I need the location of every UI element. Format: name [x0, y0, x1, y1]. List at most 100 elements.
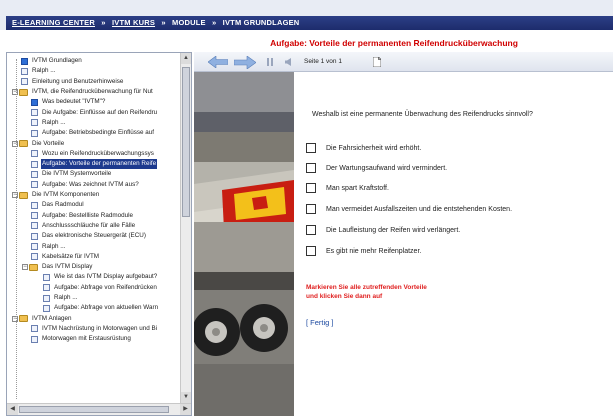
breadcrumb-module: MODULE [172, 18, 206, 27]
player-nav-bar: Seite 1 von 1 [194, 52, 613, 72]
speaker-icon [285, 58, 291, 66]
folder-icon [19, 88, 28, 96]
tree-vertical-scrollbar[interactable]: ▲ ▼ [180, 53, 191, 403]
forward-button[interactable] [234, 55, 256, 69]
page-icon [43, 304, 50, 312]
document-button[interactable] [372, 55, 382, 69]
expand-toggle-icon[interactable]: − [12, 89, 18, 96]
question-text: Weshalb ist eine permanente Überwachung … [312, 111, 533, 118]
page-icon [31, 232, 38, 240]
breadcrumb-e-learning-center[interactable]: E-LEARNING CENTER [12, 18, 95, 27]
tree-scroll-thumb[interactable] [182, 67, 190, 217]
page-icon [31, 212, 38, 220]
tree-hscroll-thumb[interactable] [19, 406, 169, 413]
tree-item[interactable]: − IVTM Anlagen [12, 314, 73, 324]
tree-item[interactable]: Ralph ... [21, 66, 56, 76]
folder-icon [19, 315, 28, 323]
tree-item[interactable]: Aufgabe: Bestellliste Radmodule [31, 211, 134, 221]
tree-item-label: Was bedeutet "IVTM"? [42, 98, 106, 106]
answer-option[interactable]: Die Fahrsicherheit wird erhöht. [306, 142, 421, 154]
tree-item[interactable]: − Die Vorteile [12, 138, 65, 148]
answer-option[interactable]: Es gibt nie mehr Reifenplatzer. [306, 245, 421, 257]
page-icon [21, 67, 28, 75]
tree-item[interactable]: Die IVTM Systemvorteile [31, 169, 112, 179]
tree-item[interactable]: − Die IVTM Komponenten [12, 190, 100, 200]
breadcrumb-separator: » [161, 18, 166, 27]
tree-item[interactable]: Das Radmodul [31, 200, 85, 210]
pause-button[interactable] [266, 55, 274, 69]
back-button[interactable] [208, 55, 228, 69]
tree-guide-line [16, 59, 17, 399]
tree-item-label: Das IVTM Display [42, 263, 93, 271]
answer-option[interactable]: Der Wartungsaufwand wird vermindert. [306, 162, 447, 174]
tree-item-label: IVTM Anlagen [32, 314, 72, 322]
tree-item[interactable]: Die Aufgabe: Einflüsse auf den Reifendru [31, 108, 158, 118]
page-icon [31, 253, 38, 261]
answer-label: Man spart Kraftstoff. [326, 184, 389, 192]
tree-item[interactable]: Was bedeutet "IVTM"? [31, 97, 106, 107]
answer-checkbox[interactable] [306, 143, 316, 153]
scroll-left-icon[interactable]: ◀ [7, 404, 18, 415]
tree-item[interactable]: Motorwagen mit Erstausrüstung [31, 334, 132, 344]
tree-item[interactable]: Wozu ein Reifendrucküberwachungssys [31, 149, 155, 159]
page-icon [43, 294, 50, 302]
answer-option[interactable]: Die Laufleistung der Reifen wird verläng… [306, 224, 460, 236]
tree-item-label: Die Aufgabe: Einflüsse auf den Reifendru [42, 108, 158, 116]
tree-item[interactable]: Kabelsätze für IVTM [31, 252, 100, 262]
tree-item[interactable]: Aufgabe: Abfrage von Reifendrücken [43, 283, 158, 293]
fertig-button[interactable]: [ Fertig ] [306, 318, 334, 327]
tree-item[interactable]: Aufgabe: Was zeichnet IVTM aus? [31, 180, 140, 190]
expand-toggle-icon[interactable]: − [12, 140, 18, 147]
tree-item[interactable]: Ralph ... [43, 293, 78, 303]
tree-item[interactable]: Aufgabe: Vorteile der permanenten Reife [31, 159, 158, 170]
audio-button[interactable] [284, 55, 292, 69]
tree-item[interactable]: − Das IVTM Display [22, 262, 93, 272]
tree-item[interactable]: Wie ist das IVTM Display aufgebaut? [43, 272, 158, 282]
page-icon [43, 273, 50, 281]
tree-item[interactable]: IVTM Nachrüstung in Motorwagen und Bi [31, 324, 158, 334]
expand-toggle-icon[interactable]: − [12, 315, 18, 322]
tree-item[interactable]: Einleitung und Benutzerhinweise [21, 77, 124, 87]
breadcrumb-ivtm-kurs[interactable]: IVTM KURS [112, 18, 155, 27]
answer-label: Es gibt nie mehr Reifenplatzer. [326, 247, 422, 255]
page-icon [43, 284, 50, 292]
tree-item[interactable]: Ralph ... [31, 241, 66, 251]
expand-toggle-icon[interactable]: − [22, 264, 28, 271]
tree-item[interactable]: IVTM Grundlagen [21, 56, 83, 66]
page-icon [31, 222, 38, 230]
answer-label: Man vermeidet Ausfallszeiten und die ent… [326, 205, 513, 213]
page-icon [31, 243, 38, 251]
answer-checkbox[interactable] [306, 163, 316, 173]
tree-item[interactable]: Ralph ... [31, 118, 66, 128]
page-icon [31, 119, 38, 127]
expand-toggle-icon[interactable]: − [12, 192, 18, 199]
tree-item[interactable]: Anschlussschläuche für alle Fälle [31, 221, 136, 231]
tree-item-label: Ralph ... [42, 118, 66, 126]
tree-item[interactable]: Aufgabe: Abfrage von aktuellen Warn [43, 303, 159, 313]
page-icon [31, 325, 38, 333]
tree-item-label: Aufgabe: Abfrage von aktuellen Warn [54, 304, 159, 312]
scroll-down-icon[interactable]: ▼ [181, 392, 191, 403]
answer-checkbox[interactable] [306, 246, 316, 256]
tree-item[interactable]: − IVTM, die Reifendrucküberwachung für Nu… [12, 87, 154, 97]
completed-page-icon [21, 57, 28, 65]
scroll-up-icon[interactable]: ▲ [181, 53, 191, 64]
answer-checkbox[interactable] [306, 183, 316, 193]
page-icon [31, 170, 38, 178]
tree-item-label: Aufgabe: Vorteile der permanenten Reife [41, 159, 158, 170]
tree-item-label: Aufgabe: Abfrage von Reifendrücken [54, 283, 157, 291]
answer-option[interactable]: Man vermeidet Ausfallszeiten und die ent… [306, 203, 512, 215]
answer-checkbox[interactable] [306, 225, 316, 235]
tree-horizontal-scrollbar[interactable]: ◀ ▶ [7, 403, 191, 415]
document-icon [373, 57, 381, 67]
page-icon [31, 150, 38, 158]
tree-item-label: Ralph ... [54, 294, 78, 302]
scroll-right-icon[interactable]: ▶ [180, 404, 191, 415]
answer-checkbox[interactable] [306, 204, 316, 214]
page-icon [31, 201, 38, 209]
tree-item[interactable]: Das elektronische Steuergerät (ECU) [31, 231, 147, 241]
tree-item[interactable]: Aufgabe: Betriebsbedingte Einflüsse auf [31, 128, 155, 138]
answer-option[interactable]: Man spart Kraftstoff. [306, 182, 389, 194]
instruction-line: und klicken Sie dann auf [306, 293, 383, 300]
page-icon [31, 129, 38, 137]
